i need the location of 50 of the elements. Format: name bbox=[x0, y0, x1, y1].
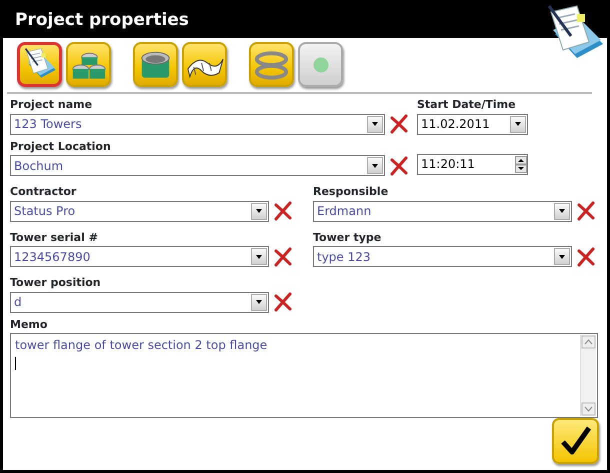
field-label: Project name bbox=[10, 98, 92, 111]
clear-icon bbox=[389, 114, 409, 134]
scroll-down-button[interactable] bbox=[581, 402, 596, 416]
text-cursor bbox=[15, 357, 16, 370]
clear-icon bbox=[273, 201, 293, 221]
combo-field[interactable]: Bochum bbox=[10, 155, 385, 176]
clear-button[interactable] bbox=[576, 246, 596, 266]
field-label: Responsible bbox=[313, 185, 388, 198]
dropdown-button[interactable] bbox=[510, 116, 526, 132]
combo-field[interactable]: 1234567890 bbox=[10, 246, 269, 267]
clear-button[interactable] bbox=[389, 114, 409, 134]
field-label: Start Date/Time bbox=[417, 98, 516, 111]
combo-field[interactable]: Status Pro bbox=[10, 200, 269, 222]
dropdown-button[interactable] bbox=[251, 294, 267, 310]
clear-button[interactable] bbox=[273, 292, 293, 312]
combo-field[interactable]: d bbox=[10, 292, 269, 312]
clear-icon bbox=[389, 156, 409, 176]
ok-button[interactable] bbox=[552, 418, 599, 464]
combo-field[interactable]: Erdmann bbox=[313, 200, 572, 222]
field-label: Tower type bbox=[313, 230, 382, 244]
field-label: Project Location bbox=[10, 140, 111, 152]
dropdown-button[interactable] bbox=[554, 248, 570, 265]
scroll-up-button[interactable] bbox=[581, 335, 596, 349]
clear-button[interactable] bbox=[273, 246, 293, 266]
dropdown-button[interactable] bbox=[367, 157, 383, 174]
clear-icon bbox=[273, 246, 293, 266]
dropdown-button[interactable] bbox=[554, 202, 570, 220]
time-field[interactable]: 11:20:11 bbox=[417, 154, 528, 174]
clear-icon bbox=[576, 246, 596, 266]
combo-field[interactable]: 123 Towers bbox=[10, 114, 385, 134]
dropdown-button[interactable] bbox=[251, 202, 267, 220]
combo-field[interactable]: type 123 bbox=[313, 246, 572, 267]
lamp-icon bbox=[312, 56, 328, 72]
clear-icon bbox=[576, 201, 596, 221]
clear-icon bbox=[273, 292, 293, 312]
scrollbar[interactable] bbox=[580, 335, 596, 416]
field-label: Contractor bbox=[10, 185, 76, 198]
window-title: Project properties bbox=[15, 9, 189, 32]
field-label: Tower serial # bbox=[10, 230, 98, 244]
field-label: Memo bbox=[10, 318, 48, 330]
clear-button[interactable] bbox=[389, 156, 409, 176]
tool-button[interactable] bbox=[182, 42, 227, 87]
field-label: Tower position bbox=[10, 276, 101, 289]
spin-buttons[interactable] bbox=[515, 156, 527, 172]
clear-button[interactable] bbox=[576, 201, 596, 221]
memo-field[interactable]: tower flange of tower section 2 top flange bbox=[10, 333, 598, 418]
clear-button[interactable] bbox=[273, 201, 293, 221]
date-field[interactable]: 11.02.2011 bbox=[417, 114, 528, 134]
dropdown-button[interactable] bbox=[251, 248, 267, 265]
dropdown-button[interactable] bbox=[367, 116, 383, 132]
